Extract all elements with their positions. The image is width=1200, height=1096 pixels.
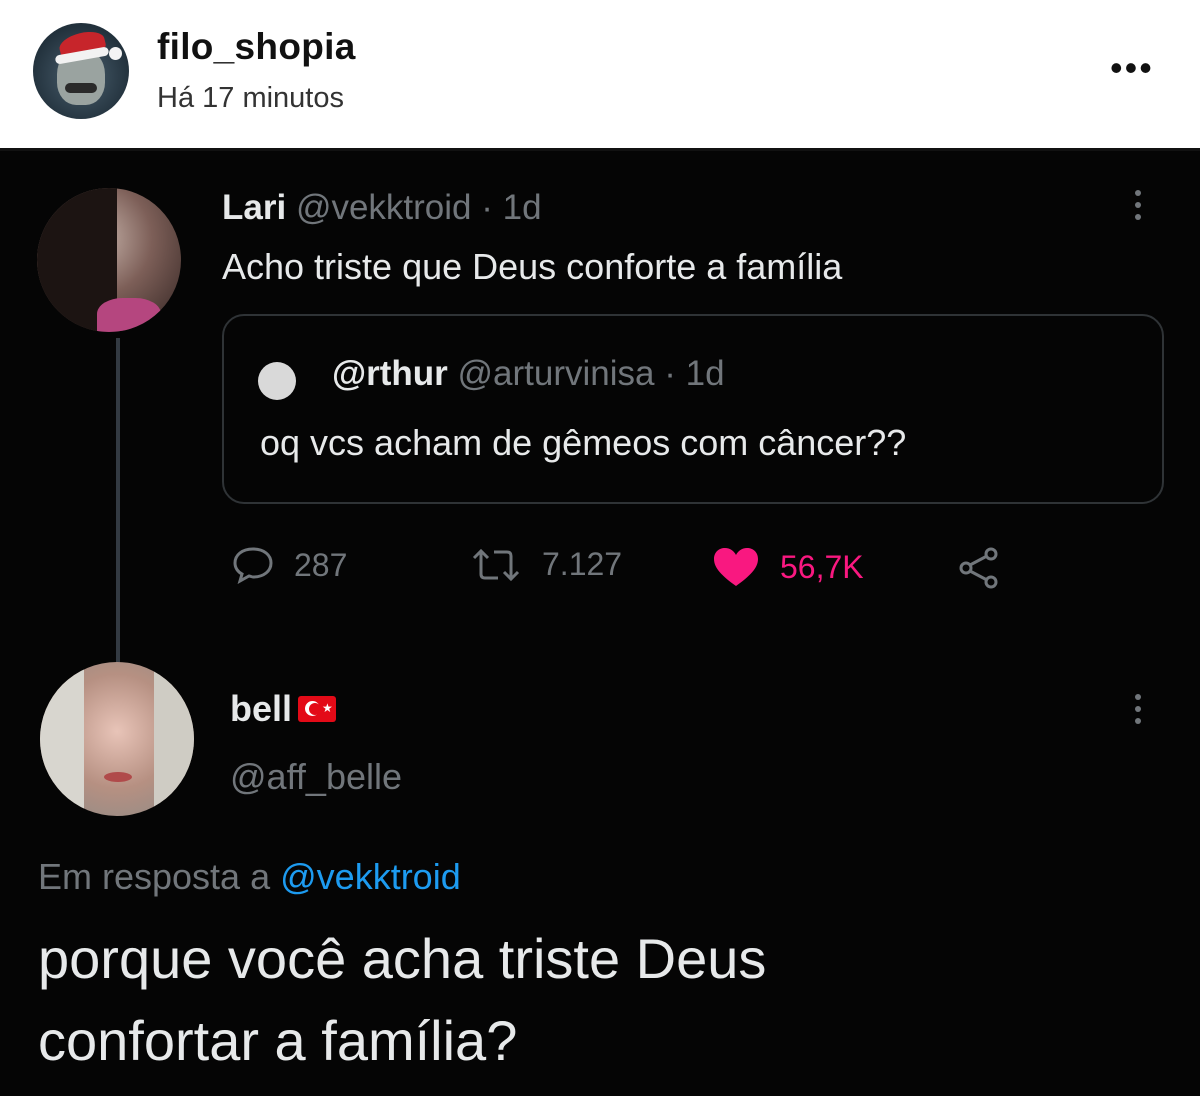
tweet-screenshot: Lari @vekktroid · 1d Acho triste que Deu… (0, 148, 1200, 1096)
replying-to-link: @vekktroid (280, 856, 461, 897)
reply-avatar (40, 662, 194, 816)
reply-author: bell ★ (230, 688, 337, 730)
retweet-icon (472, 548, 520, 581)
heart-icon (714, 548, 758, 586)
post-header: filo_shopia Há 17 minutos ••• (0, 0, 1200, 148)
poster-username[interactable]: filo_shopia (157, 26, 356, 68)
replying-to-label: Em resposta a (38, 856, 271, 897)
reply-text: porque você acha triste Deus confortar a… (38, 918, 766, 1082)
reply-count: 287 (294, 546, 348, 583)
poster-avatar[interactable] (33, 23, 129, 119)
quoted-author: @rthur @arturvinisa · 1d (332, 354, 725, 394)
tweet-author-name: Lari (222, 188, 287, 227)
reply-author-handle: @aff_belle (230, 756, 403, 797)
kebab-menu-icon (1134, 694, 1142, 730)
avatar (37, 188, 181, 332)
quoted-author-handle: @arturvinisa (457, 354, 655, 393)
quoted-avatar (258, 362, 296, 400)
divider (0, 148, 1200, 151)
reply-author-name: bell (230, 688, 293, 729)
reply-text-line2: confortar a família? (38, 1009, 518, 1072)
reply-action: 287 (232, 546, 347, 584)
turkey-flag-icon: ★ (298, 696, 337, 722)
quoted-text: oq vcs acham de gêmeos com câncer?? (260, 422, 907, 463)
tweet-author-handle: @vekktroid (295, 188, 472, 227)
share-icon (959, 547, 998, 589)
ellipsis-horizontal-icon[interactable]: ••• (1110, 50, 1154, 86)
share-action (958, 546, 1020, 590)
tweet-text: Acho triste que Deus conforte a família (222, 246, 843, 287)
tweet-age: · 1d (481, 188, 542, 227)
thread-connector (116, 338, 120, 674)
quoted-tweet: @rthur @arturvinisa · 1d oq vcs acham de… (222, 314, 1164, 504)
reply-text-line1: porque você acha triste Deus (38, 927, 767, 990)
kebab-menu-icon (1134, 190, 1142, 226)
reply-icon (233, 547, 273, 584)
retweet-action: 7.127 (470, 546, 622, 583)
replying-to: Em resposta a @vekktroid (38, 856, 461, 898)
quoted-age: · 1d (664, 354, 725, 393)
tweet-author: Lari @vekktroid · 1d (222, 188, 542, 228)
quoted-author-name: @rthur (332, 354, 448, 393)
retweet-count: 7.127 (542, 546, 623, 582)
post-timestamp: Há 17 minutos (157, 82, 344, 114)
like-action: 56,7K (712, 546, 864, 588)
like-count: 56,7K (780, 548, 864, 585)
